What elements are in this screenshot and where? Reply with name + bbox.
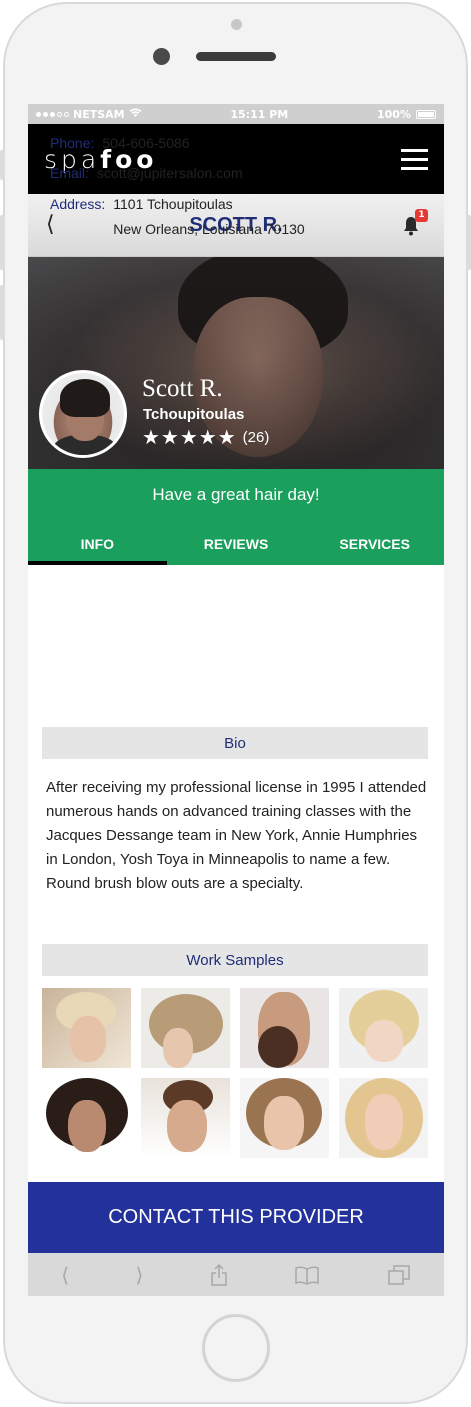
battery-icon [415,109,436,119]
phone-value[interactable]: 504-606-5086 [102,135,189,151]
work-sample-thumbnail[interactable] [240,988,329,1068]
carrier-name: NETSAM [73,107,125,121]
review-count: (26) [242,428,270,446]
contact-provider-button[interactable]: CONTACT THIS PROVIDER [28,1182,444,1253]
address-line-2: New Orleans, Louisiana 70130 [113,221,305,237]
screen: NETSAM 15:11 PM 100% spafoo ⟨ SCOTT R. 1 [28,104,444,1296]
work-sample-thumbnail[interactable] [141,1078,230,1158]
status-time: 15:11 PM [230,107,289,121]
work-sample-thumbnail[interactable] [42,1078,131,1158]
browser-back-icon[interactable]: ⟨ [61,1263,69,1287]
front-camera [153,48,170,65]
tab-info[interactable]: INFO [28,523,167,565]
work-sample-thumbnail[interactable] [141,988,230,1068]
work-samples-heading: Work Samples [42,944,428,976]
address-label: Address: [50,196,106,212]
hamburger-menu-icon[interactable] [401,148,428,170]
work-samples-gallery [42,988,429,1158]
work-sample-thumbnail[interactable] [339,988,428,1068]
provider-name: Scott R. [142,375,223,402]
phone-label: Phone: [50,135,95,151]
tabs-icon[interactable] [387,1264,411,1286]
tab-bar: INFO REVIEWS SERVICES [28,523,444,565]
bio-text: After receiving my professional license … [46,779,427,892]
email-label: Email: [50,165,89,181]
share-icon[interactable] [210,1263,228,1287]
work-sample-thumbnail[interactable] [240,1078,329,1158]
home-button[interactable] [202,1314,270,1382]
rating[interactable]: ★★★★★ (26) [142,425,269,449]
power-button [466,215,471,270]
mute-switch [0,150,5,180]
signal-strength-icon [36,111,69,117]
provider-location: Tchoupitoulas [143,406,245,423]
volume-down-button [0,285,5,340]
earpiece-speaker [196,52,276,61]
status-bar: NETSAM 15:11 PM 100% [28,104,444,124]
bookmarks-icon[interactable] [294,1265,320,1285]
bio-heading: Bio [42,727,428,759]
avatar[interactable] [39,370,127,458]
tab-reviews[interactable]: REVIEWS [167,523,306,565]
profile-hero: Scott R. Tchoupitoulas ★★★★★ (26) [28,257,444,469]
notification-badge: 1 [415,209,428,222]
work-sample-thumbnail[interactable] [42,988,131,1068]
email-row: Email: scott@jupitersalon.com [50,165,243,181]
address-value[interactable]: 1101 Tchoupitoulas New Orleans, Louisian… [113,192,304,242]
email-value[interactable]: scott@jupitersalon.com [97,165,243,181]
volume-up-button [0,215,5,270]
wifi-icon [129,108,142,121]
browser-toolbar: ⟨ ⟩ [28,1253,444,1296]
proximity-sensor [231,19,242,30]
battery-percent: 100% [377,107,411,121]
star-rating-icon: ★★★★★ [142,425,237,449]
phone-row: Phone: 504-606-5086 [50,135,190,151]
tab-services[interactable]: SERVICES [305,523,444,565]
tagline: Have a great hair day! [152,485,320,504]
address-row: Address: 1101 Tchoupitoulas New Orleans,… [50,196,305,242]
browser-forward-icon[interactable]: ⟩ [136,1263,144,1287]
work-sample-thumbnail[interactable] [339,1078,428,1158]
address-line-1: 1101 Tchoupitoulas [113,196,233,212]
tagline-bar: Have a great hair day! INFO REVIEWS SERV… [28,469,444,565]
